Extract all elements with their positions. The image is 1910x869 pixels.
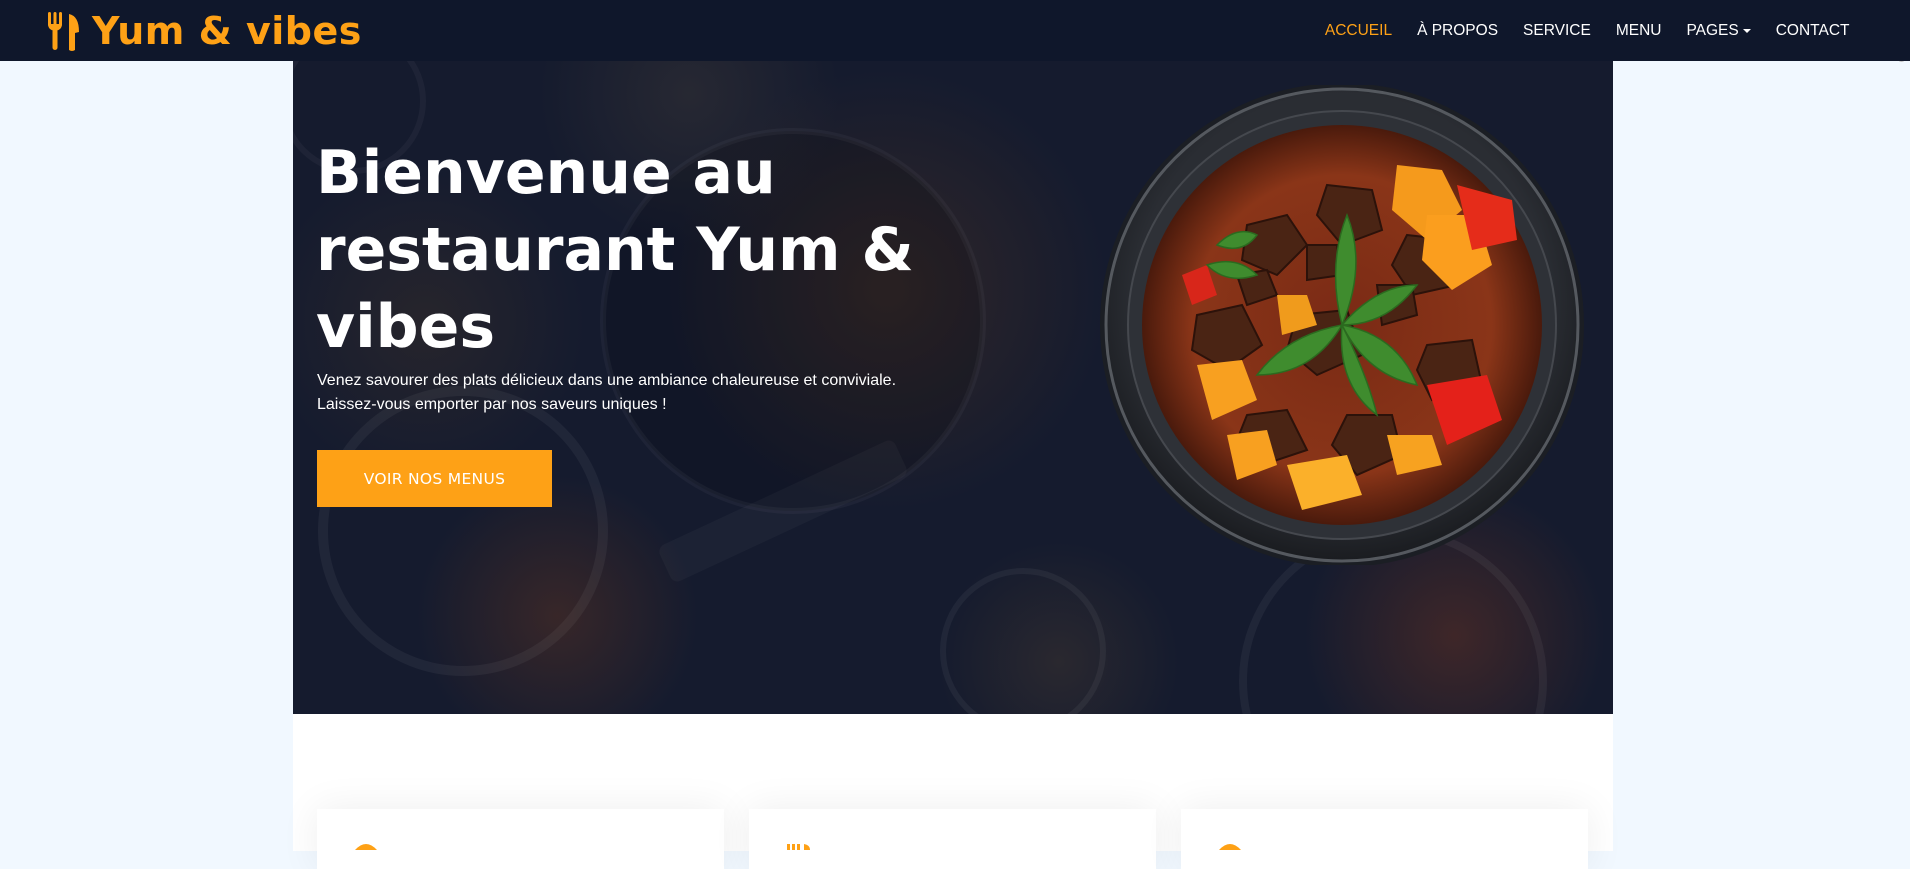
cart-plus-icon — [1219, 844, 1241, 850]
nav-item-pages-label: PAGES — [1686, 21, 1739, 39]
service-card — [317, 809, 724, 869]
services-section — [293, 714, 1613, 869]
page-scrollbar[interactable] — [1893, 0, 1910, 851]
user-tie-icon — [355, 844, 377, 850]
nav-item-a-propos[interactable]: À PROPOS — [1405, 22, 1511, 40]
view-menus-button[interactable]: VOIR NOS MENUS — [317, 450, 552, 507]
service-card — [749, 809, 1156, 869]
nav-item-pages-dropdown[interactable]: PAGES — [1674, 22, 1763, 40]
utensils-icon — [787, 844, 810, 850]
hero-subtitle: Venez savourer des plats délicieux dans … — [317, 372, 897, 413]
hero-section: Bienvenue au restaurant Yum & vibes Vene… — [293, 61, 1613, 714]
nav-item-accueil[interactable]: ACCUEIL — [1312, 22, 1404, 40]
caret-down-icon — [1742, 28, 1751, 33]
nav-item-menu[interactable]: MENU — [1603, 22, 1674, 40]
nav-item-contact[interactable]: CONTACT — [1763, 22, 1862, 40]
service-card — [1181, 809, 1588, 869]
hero-title: Bienvenue au restaurant Yum & vibes — [316, 138, 914, 362]
brand-name: Yum & vibes — [92, 8, 362, 53]
nav-item-service[interactable]: SERVICE — [1511, 22, 1604, 40]
beef-stew-bowl-image — [1100, 85, 1584, 565]
nav-menu: ACCUEIL À PROPOS SERVICE MENU PAGES CONT… — [1312, 22, 1862, 40]
utensils-icon — [48, 11, 79, 51]
navbar: Yum & vibes ACCUEIL À PROPOS SERVICE MEN… — [0, 0, 1910, 61]
brand-logo[interactable]: Yum & vibes — [46, 10, 362, 52]
